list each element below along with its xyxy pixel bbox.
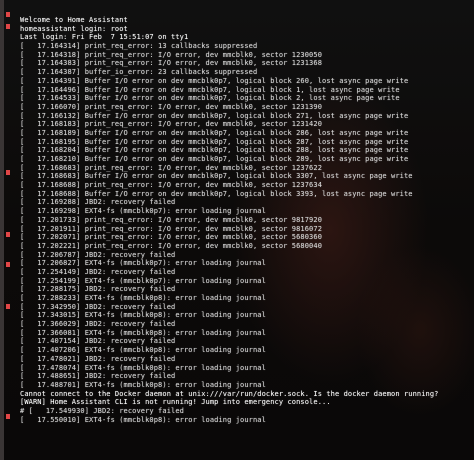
terminal-line: [ 17.366029] JBD2: recovery failed xyxy=(20,320,176,329)
edge-marker xyxy=(6,262,10,267)
terminal-line: [ 17.202071] print_req_error: I/O error,… xyxy=(20,233,323,242)
terminal-line: [ 17.164391] Buffer I/O error on dev mmc… xyxy=(20,76,409,85)
terminal-line: [ 17.288233] EXT4-fs (mmcblk0p8): error … xyxy=(20,294,266,302)
terminal-line: [ 17.164383] print_req_error: I/O error,… xyxy=(20,59,323,68)
terminal-line: [ 17.164496] Buffer I/O error on dev mmc… xyxy=(20,85,400,94)
edge-marker xyxy=(6,12,10,17)
terminal-line: [ 17.168195] Buffer I/O error on dev mmc… xyxy=(20,137,409,146)
terminal-line: [ 17.164533] Buffer I/O error on dev mmc… xyxy=(20,94,400,103)
terminal-line: [ 17.488701] EXT4-fs (mmcblk0p8): error … xyxy=(20,380,266,389)
terminal-line: [ 17.488651] JBD2: recovery failed xyxy=(20,372,176,381)
terminal-line: [ 17.166132] Buffer I/O error on dev mmc… xyxy=(20,111,409,120)
terminal-line: [ 17.206787] JBD2: recovery failed xyxy=(20,250,176,259)
terminal-console[interactable]: Welcome to Home Assistant homeassistant … xyxy=(20,16,466,454)
terminal-line: [ 17.166070] print_req_error: I/O error,… xyxy=(20,102,323,111)
terminal-line: [ 17.288175] JBD2: recovery failed xyxy=(20,285,176,294)
edge-marker xyxy=(6,414,10,419)
terminal-line: [ 17.168189] Buffer I/O error on dev mmc… xyxy=(20,128,409,137)
terminal-line: [ 17.169298] EXT4-fs (mmcblk0p7): error … xyxy=(20,207,266,216)
terminal-line: [ 17.407154] JBD2: recovery failed xyxy=(20,337,176,346)
terminal-line: [ 17.478021] JBD2: recovery failed xyxy=(20,354,176,363)
terminal-line: [ 17.164314] print_req_error: 13 callbac… xyxy=(20,42,258,51)
terminal-line: [ 17.254149] JBD2: recovery failed xyxy=(20,267,176,276)
terminal-line: [ 17.169288] JBD2: recovery failed xyxy=(20,198,176,207)
terminal-line: [ 17.407206] EXT4-fs (mmcblk0p8): error … xyxy=(20,346,266,355)
terminal-line: [ 17.343015] EXT4-fs (mmcblk0p8): error … xyxy=(20,311,266,320)
terminal-line: [ 17.168183] print_req_error: I/O error,… xyxy=(20,120,323,129)
terminal-line: [ 17.254199] EXT4-fs (mmcblk0p7): error … xyxy=(20,276,266,285)
terminal-line: [ 17.202221] print_req_error: I/O error,… xyxy=(20,241,323,250)
terminal-line: [WARN] Home Assistant CLI is not running… xyxy=(20,398,331,407)
edge-marker xyxy=(6,24,10,29)
edge-marker xyxy=(6,232,10,237)
edge-marker xyxy=(6,170,10,175)
terminal-line: [ 17.201911] print_req_error: I/O error,… xyxy=(20,224,323,233)
terminal-prompt-line[interactable]: # [ 17.549930] JBD2: recovery failed xyxy=(20,407,466,416)
terminal-line: [ 17.478074] EXT4-fs (mmcblk0p8): error … xyxy=(20,363,266,372)
terminal-line: [ 17.201733] print_req_error: I/O error,… xyxy=(20,215,323,224)
screen-edge-markers xyxy=(0,0,14,460)
terminal-line: [ 17.168210] Buffer I/O error on dev mmc… xyxy=(20,155,409,163)
terminal-line: [ 17.164387] buffer_io_error: 23 callbac… xyxy=(20,68,258,77)
terminal-line: Last login: Fri Feb 7 15:51:07 on tty1 xyxy=(20,33,189,42)
terminal-line: [ 17.168204] Buffer I/O error on dev mmc… xyxy=(20,146,409,155)
terminal-line: Welcome to Home Assistant xyxy=(20,16,128,24)
edge-marker xyxy=(6,304,10,309)
terminal-line: [ 17.206827] EXT4-fs (mmcblk0p7): error … xyxy=(20,259,266,268)
terminal-line: [ 17.550010] EXT4-fs (mmcblk0p8): error … xyxy=(20,415,266,424)
terminal-line: [ 17.168688] print_req_error: I/O error,… xyxy=(20,181,323,190)
terminal-line: [ 17.168683] Buffer I/O error on dev mmc… xyxy=(20,172,413,181)
terminal-line: Cannot connect to the Docker daemon at u… xyxy=(20,389,439,398)
